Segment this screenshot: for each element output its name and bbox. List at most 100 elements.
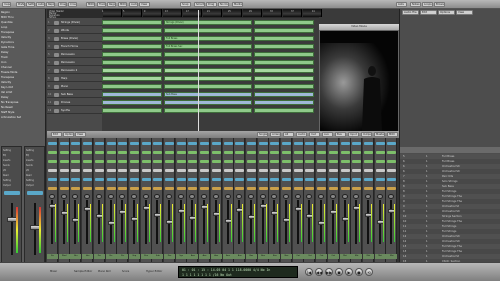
insert-slot[interactable] xyxy=(282,142,291,145)
insert-slot[interactable] xyxy=(246,160,256,163)
insert-slot[interactable] xyxy=(153,169,163,172)
insert-slot[interactable] xyxy=(200,151,210,154)
mixer-toolbar-button[interactable]: Audio xyxy=(296,132,307,137)
insert-slot[interactable] xyxy=(387,169,397,172)
insert-slot[interactable] xyxy=(106,160,116,163)
track-header[interactable]: 9 Piano xyxy=(47,84,102,90)
insert-slot[interactable] xyxy=(258,169,268,172)
inspector-param[interactable]: Channel xyxy=(1,66,45,70)
insert-slot[interactable] xyxy=(328,160,338,163)
arrange-region[interactable]: Full Brass Sec xyxy=(164,44,252,49)
editor-tab[interactable]: Piano Roll xyxy=(98,269,111,274)
toolbar-button[interactable]: No Overlap xyxy=(218,2,229,7)
insert-slot[interactable] xyxy=(200,187,210,190)
insert-slot[interactable] xyxy=(317,160,327,163)
insert-slot[interactable] xyxy=(153,142,163,145)
insert-slot[interactable] xyxy=(188,169,198,172)
transport-button[interactable]: ▶▶ xyxy=(325,268,333,276)
insert-slot[interactable] xyxy=(223,187,233,190)
inspector-param[interactable]: Dynamics xyxy=(1,41,45,45)
insert-slot[interactable] xyxy=(387,178,397,181)
insert-slot[interactable] xyxy=(83,142,93,145)
inspector-param[interactable]: Transpose xyxy=(1,76,45,80)
insert-slot[interactable] xyxy=(188,151,198,154)
inspector-param[interactable]: No Reset xyxy=(1,106,45,110)
insert-slot[interactable] xyxy=(282,187,291,190)
insert-slot[interactable] xyxy=(48,169,57,172)
insert-slot[interactable] xyxy=(94,160,104,163)
insert-slot[interactable] xyxy=(340,169,350,172)
inspector-param[interactable]: Velocity xyxy=(1,81,45,85)
inspector-param[interactable]: Velocity xyxy=(1,36,45,40)
insert-slot[interactable] xyxy=(293,160,303,163)
insert-slot[interactable] xyxy=(293,151,303,154)
insert-slot[interactable] xyxy=(223,151,233,154)
arrange-region[interactable] xyxy=(102,44,162,49)
insert-slot[interactable] xyxy=(223,178,233,181)
insert-slot[interactable] xyxy=(293,178,303,181)
insert-slot[interactable] xyxy=(258,178,268,181)
inspector-param[interactable]: Freeze Mode xyxy=(1,71,45,75)
mixer-toolbar-button[interactable]: View xyxy=(75,132,86,137)
insert-slot[interactable] xyxy=(176,169,186,172)
insert-slot[interactable] xyxy=(387,151,397,154)
insert-slot[interactable] xyxy=(59,178,69,181)
mixer-toolbar-button[interactable]: Bus xyxy=(335,132,346,137)
insert-slot[interactable] xyxy=(270,160,280,163)
pan-knob[interactable] xyxy=(107,194,114,199)
insert-slot[interactable] xyxy=(340,142,350,145)
mixer-toolbar-button[interactable]: MIDI xyxy=(387,132,398,137)
insert-slot[interactable] xyxy=(211,142,221,145)
insert-slot[interactable] xyxy=(235,160,245,163)
insert-slot[interactable] xyxy=(211,178,221,181)
insert-slot[interactable] xyxy=(106,142,116,145)
insert-slot[interactable] xyxy=(352,142,362,145)
pan-knob[interactable] xyxy=(364,194,371,199)
inspector-param[interactable]: No Transpose xyxy=(1,101,45,105)
arrange-region[interactable] xyxy=(254,20,314,25)
insert-slot[interactable] xyxy=(165,151,174,154)
insert-slot[interactable] xyxy=(118,142,128,145)
mixer-toolbar-button[interactable]: Output xyxy=(361,132,372,137)
pan-knob[interactable] xyxy=(306,194,313,199)
insert-slot[interactable] xyxy=(71,160,81,163)
insert-slot[interactable] xyxy=(270,151,280,154)
toolbar-button[interactable]: Inspector xyxy=(2,2,11,7)
inspector-param[interactable]: Staff Style xyxy=(1,111,45,115)
insert-slot[interactable] xyxy=(246,178,256,181)
insert-slot[interactable] xyxy=(129,169,139,172)
arrange-region[interactable] xyxy=(254,68,314,73)
mixer-toolbar-button[interactable]: Options xyxy=(63,132,74,137)
toolbar-button[interactable]: Auto Zoom xyxy=(36,2,45,7)
insert-slot[interactable] xyxy=(94,178,104,181)
insert-slot[interactable] xyxy=(83,160,93,163)
insert-slot[interactable] xyxy=(83,169,93,172)
insert-slot[interactable] xyxy=(153,151,163,154)
insert-slot[interactable] xyxy=(59,160,69,163)
insert-slot[interactable] xyxy=(305,142,315,145)
insert-slot[interactable] xyxy=(258,142,268,145)
insert-slot[interactable] xyxy=(188,160,198,163)
arrange-region[interactable] xyxy=(102,68,162,73)
insert-slot[interactable] xyxy=(375,142,385,145)
pan-knob[interactable] xyxy=(376,194,383,199)
insert-slot[interactable] xyxy=(352,187,362,190)
transport-button[interactable]: ⟲ xyxy=(365,268,373,276)
insert-slot[interactable] xyxy=(270,178,280,181)
insert-slot[interactable] xyxy=(258,160,268,163)
insert-slot[interactable] xyxy=(235,169,245,172)
insert-slot[interactable] xyxy=(94,169,104,172)
pan-knob[interactable] xyxy=(201,194,208,199)
insert-slot[interactable] xyxy=(71,151,81,154)
arrange-region[interactable] xyxy=(102,60,162,65)
insert-slot[interactable] xyxy=(328,169,338,172)
insert-slot[interactable] xyxy=(48,187,57,190)
insert-slot[interactable] xyxy=(317,151,327,154)
insert-slot[interactable] xyxy=(59,151,69,154)
insert-slot[interactable] xyxy=(340,187,350,190)
pan-knob[interactable] xyxy=(119,194,126,199)
insert-slot[interactable] xyxy=(328,178,338,181)
insert-slot[interactable] xyxy=(375,160,385,163)
arrange-region[interactable] xyxy=(102,108,162,113)
insert-slot[interactable] xyxy=(83,151,93,154)
